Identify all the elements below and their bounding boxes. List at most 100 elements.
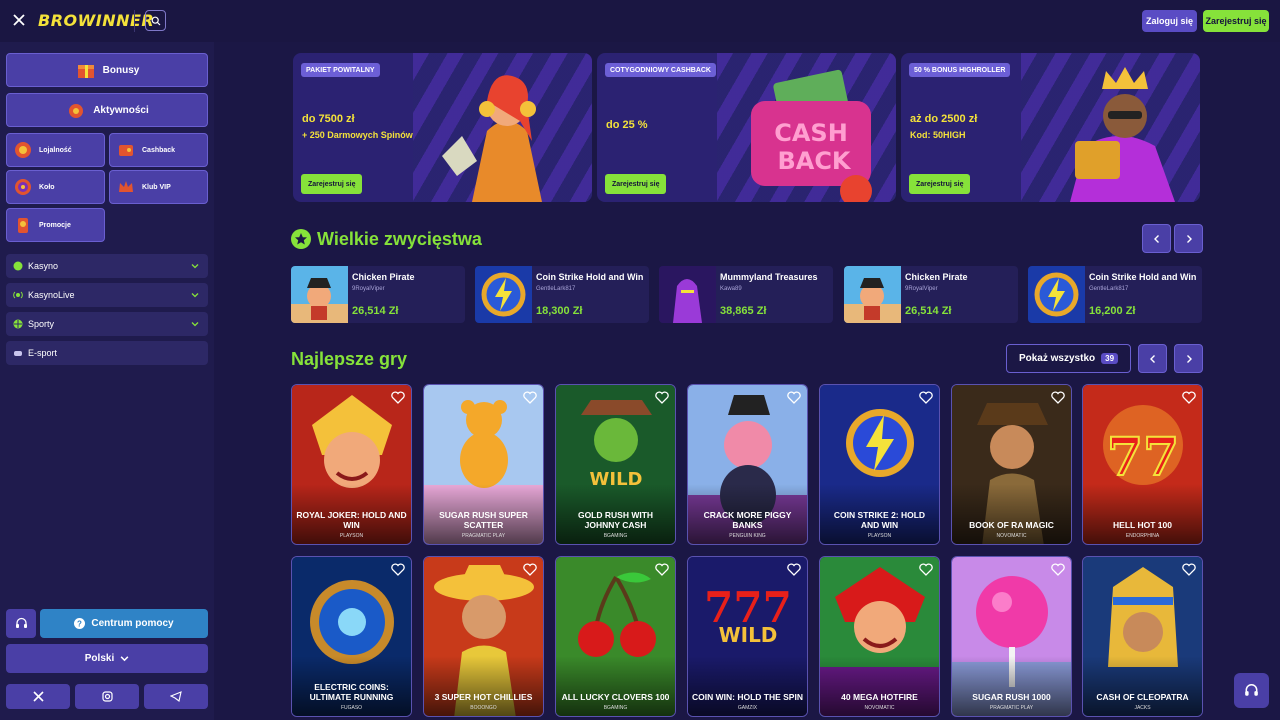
win-item[interactable]: Chicken Pirate 9RoyalViper 26,514 Zł [291, 266, 465, 323]
sidebar-item-casino[interactable]: Kasyno [6, 254, 208, 278]
win-item[interactable]: Coin Strike Hold and Win GentleLark817 1… [475, 266, 649, 323]
help-center-label: Centrum pomocy [91, 618, 174, 629]
favorite-heart-icon[interactable] [655, 391, 669, 404]
favorite-heart-icon[interactable] [1051, 391, 1065, 404]
win-amount: 26,514 Zł [905, 305, 952, 317]
sidebar-item-vip[interactable]: Klub VIP [109, 170, 208, 204]
sidebar-item-esport[interactable]: E-sport [6, 341, 208, 365]
game-card[interactable]: Sugar Rush Super Scatter PRAGMATIC PLAY [423, 384, 544, 545]
game-card[interactable]: Crack More Piggy Banks PENGUIN KING [687, 384, 808, 545]
game-provider: BOOONGO [470, 705, 497, 711]
game-card[interactable]: WILD Gold Rush with Johnny Cash BGAMING [555, 384, 676, 545]
help-center-button[interactable]: ? Centrum pomocy [40, 609, 208, 638]
favorite-heart-icon[interactable] [1182, 563, 1196, 576]
promo-banner-highroller[interactable]: 50 % BONUS HIGHROLLER aż do 2500 zł Kod:… [901, 53, 1200, 202]
banner-register-button[interactable]: Zarejestruj się [301, 174, 363, 194]
wins-next-button[interactable] [1174, 224, 1203, 253]
instagram-button[interactable] [75, 684, 139, 709]
game-card[interactable]: Sugar Rush 1000 PRAGMATIC PLAY [951, 556, 1072, 717]
sidebar-item-label: E-sport [28, 348, 58, 358]
game-card[interactable]: Coin Strike 2: Hold and Win PLAYSON [819, 384, 940, 545]
games-next-button[interactable] [1174, 344, 1203, 373]
game-card[interactable]: Book of Ra Magic NOVOMATIC [951, 384, 1072, 545]
game-provider: PRAGMATIC PLAY [461, 533, 506, 539]
favorite-heart-icon[interactable] [1182, 391, 1196, 404]
game-card[interactable]: Royal Joker: Hold and Win PLAYSON [291, 384, 412, 545]
sidebar-bonuses-label: Bonusy [102, 64, 140, 76]
search-button[interactable] [145, 10, 166, 31]
promo-banner-welcome[interactable]: PAKIET POWITALNY do 7500 zł + 250 Darmow… [293, 53, 592, 202]
support-chat-button[interactable] [1234, 673, 1269, 708]
wins-prev-button[interactable] [1142, 224, 1171, 253]
bonus-gift-icon [77, 65, 94, 78]
favorite-heart-icon[interactable] [391, 391, 405, 404]
sidebar-item-livecasino[interactable]: KasynoLive [6, 283, 208, 307]
game-title: Hell Hot 100 [1113, 520, 1172, 530]
favorite-heart-icon[interactable] [787, 563, 801, 576]
game-card[interactable]: 40 Mega Hotfire NOVOMATIC [819, 556, 940, 717]
games-prev-button[interactable] [1138, 344, 1167, 373]
sidebar-item-label: Lojalność [39, 146, 72, 154]
win-item[interactable]: Mummyland Treasures Kawa89 38,865 Zł [659, 266, 833, 323]
promo-banner-cashback[interactable]: CASH BACK COTYGODNIOWY CASHBACK do 25 % … [597, 53, 896, 202]
welcome-girl-illustration [442, 75, 542, 202]
favorite-heart-icon[interactable] [391, 563, 405, 576]
game-card[interactable]: Cash of Cleopatra JACKS [1082, 556, 1203, 717]
win-game-name: Mummyland Treasures [720, 272, 818, 282]
close-icon[interactable] [11, 12, 27, 28]
game-card[interactable]: 777 WILD Coin Win: Hold The Spin GAMZIX [687, 556, 808, 717]
banner-register-button[interactable]: Zarejestruj się [605, 174, 667, 194]
sidebar-item-cashback[interactable]: Cashback [109, 133, 208, 167]
sidebar-activities-button[interactable]: Aktywności [6, 93, 208, 127]
favorite-heart-icon[interactable] [919, 391, 933, 404]
win-username: GentleLark817 [536, 286, 576, 292]
game-card[interactable]: 3 Super Hot Chillies BOOONGO [423, 556, 544, 717]
top-games-title: Najlepsze gry [291, 349, 408, 369]
sidebar-item-loyalty[interactable]: Lojalność [6, 133, 105, 167]
login-button[interactable]: Zaloguj się [1142, 10, 1197, 32]
logo[interactable]: BROWINNER [38, 11, 154, 30]
sidebar-item-sports[interactable]: Sporty [6, 312, 208, 336]
game-card[interactable]: All Lucky Clovers 100 BGAMING [555, 556, 676, 717]
game-provider: BGAMING [603, 533, 628, 539]
game-provider: NOVOMATIC [996, 533, 1027, 539]
game-provider: FUGASO [340, 705, 363, 711]
svg-text:CASH: CASH [774, 119, 848, 147]
chicken-pirate-thumbnail [291, 266, 348, 323]
game-title: Coin Win: Hold The Spin [692, 692, 803, 702]
top-bar: BROWINNER Zaloguj się Zarejestruj się [0, 0, 1280, 42]
show-all-label: Pokaż wszystko [1018, 353, 1096, 364]
banner-headline: do 25 % [606, 119, 648, 131]
sidebar-bonuses-button[interactable]: Bonusy [6, 53, 208, 87]
favorite-heart-icon[interactable] [523, 563, 537, 576]
sidebar-item-wheel[interactable]: Koło [6, 170, 105, 204]
favorite-heart-icon[interactable] [523, 391, 537, 404]
favorite-heart-icon[interactable] [1051, 563, 1065, 576]
banner-headline: aż do 2500 zł [910, 113, 978, 125]
x-social-button[interactable] [6, 684, 70, 709]
telegram-button[interactable] [144, 684, 208, 709]
win-item[interactable]: Coin Strike Hold and Win GentleLark817 1… [1028, 266, 1202, 323]
game-provider: BGAMING [603, 705, 628, 711]
favorite-heart-icon[interactable] [787, 391, 801, 404]
register-button[interactable]: Zarejestruj się [1203, 10, 1269, 32]
support-headset-button[interactable] [6, 609, 36, 638]
sidebar-item-promotions[interactable]: Promocje [6, 208, 105, 242]
language-select[interactable]: Polski [6, 644, 208, 673]
game-card[interactable]: 77 Hell Hot 100 ENDORPHINA [1082, 384, 1203, 545]
favorite-heart-icon[interactable] [655, 563, 669, 576]
show-all-button[interactable]: Pokaż wszystko 39 [1006, 344, 1131, 373]
game-title: Book of Ra Magic [969, 520, 1054, 530]
win-item[interactable]: Chicken Pirate 9RoyalViper 26,514 Zł [844, 266, 1018, 323]
chevron-left-icon [1153, 234, 1159, 243]
game-provider: PLAYSON [867, 533, 892, 539]
sidebar-item-label: Koło [39, 183, 55, 191]
favorite-heart-icon[interactable] [919, 563, 933, 576]
win-game-name: Chicken Pirate [352, 272, 415, 282]
game-card[interactable]: Electric Coins: Ultimate Running FUGASO [291, 556, 412, 717]
win-amount: 18,300 Zł [536, 305, 583, 317]
game-provider: GAMZIX [737, 705, 758, 711]
banner-register-button[interactable]: Zarejestruj się [909, 174, 971, 194]
sidebar-item-label: KasynoLive [28, 290, 75, 300]
game-provider: PRAGMATIC PLAY [989, 705, 1034, 711]
